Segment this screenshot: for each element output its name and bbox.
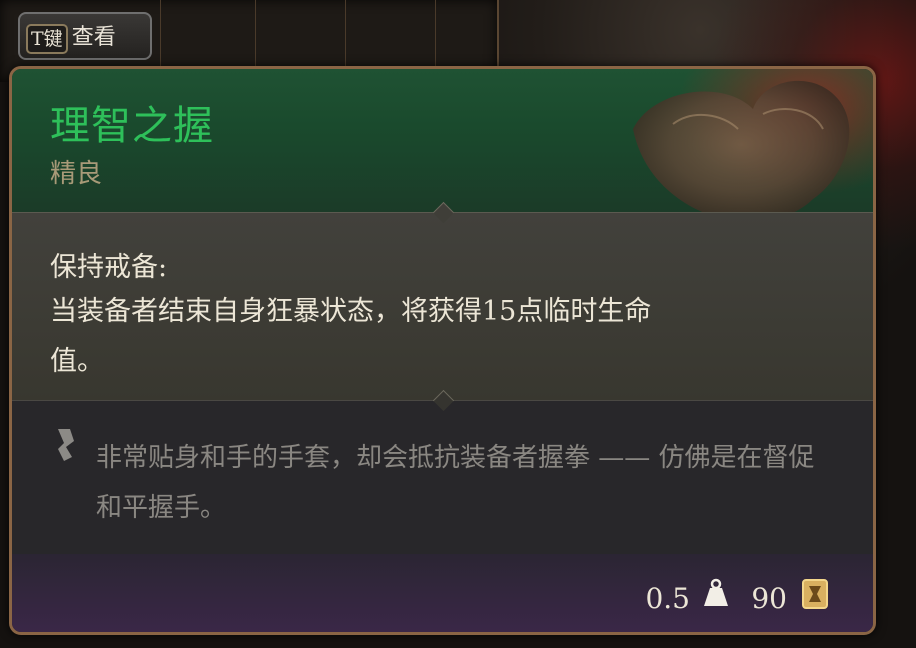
gold-icon	[802, 579, 828, 609]
tooltip-footer: 0.5 90	[12, 554, 873, 632]
item-name: 理智之握	[50, 103, 214, 149]
item-tooltip: 理智之握 精良 保持戒备: 当装备者结束自身狂暴状态，将获得15点临时生命值。 …	[9, 66, 876, 635]
weight-icon	[704, 578, 728, 606]
weight-value: 0.5	[645, 582, 690, 615]
effect-name: 保持戒备:	[50, 252, 168, 283]
lore-text: 非常贴身和手的手套，却会抵抗装备者握拳 —— 仿佛是在督促和平握手。	[96, 443, 815, 523]
inspect-hint-button[interactable]: T键 查看	[18, 12, 152, 60]
lore-section: 非常贴身和手的手套，却会抵抗装备者握拳 —— 仿佛是在督促和平握手。	[12, 389, 873, 561]
quill-icon	[58, 429, 74, 461]
gold-value: 90	[751, 582, 787, 615]
key-badge: T键	[26, 24, 68, 54]
tooltip-header: 理智之握 精良	[12, 69, 873, 249]
effect-section: 保持戒备: 当装备者结束自身狂暴状态，将获得15点临时生命值。	[12, 201, 873, 401]
item-rarity: 精良	[50, 159, 103, 189]
inspect-label: 查看	[71, 25, 116, 50]
effect-description: 当装备者结束自身狂暴状态，将获得15点临时生命值。	[50, 296, 652, 377]
